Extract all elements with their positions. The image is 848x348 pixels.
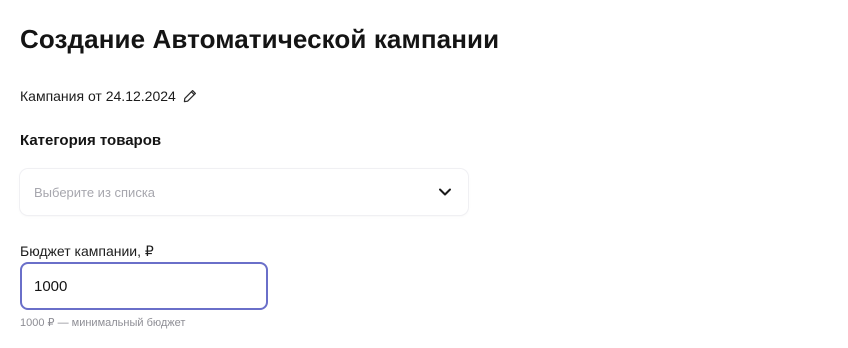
pencil-icon[interactable]	[182, 88, 198, 104]
campaign-name: Кампания от 24.12.2024	[20, 88, 176, 104]
category-placeholder: Выберите из списка	[34, 184, 156, 200]
chevron-down-icon[interactable]	[436, 183, 454, 201]
budget-input[interactable]	[20, 262, 268, 310]
budget-hint: 1000 ₽ — минимальный бюджет	[20, 317, 186, 329]
category-select[interactable]: Выберите из списка	[20, 169, 468, 215]
campaign-form: Создание Автоматической кампании Кампани…	[20, 0, 828, 348]
budget-label: Бюджет кампании, ₽	[20, 243, 154, 259]
page-title: Создание Автоматической кампании	[20, 24, 500, 54]
campaign-name-row: Кампания от 24.12.2024	[20, 86, 198, 106]
category-label: Категория товаров	[20, 132, 162, 149]
